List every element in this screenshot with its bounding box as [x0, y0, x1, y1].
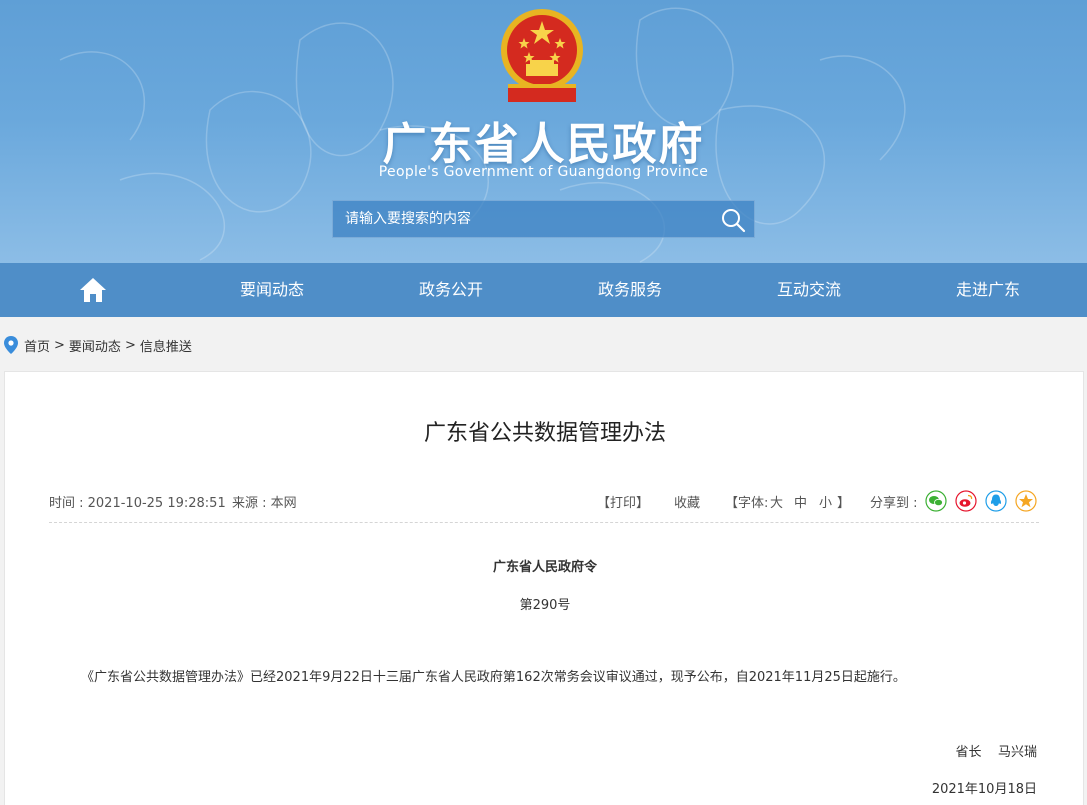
nav-item-interaction[interactable]: 互动交流 [739, 263, 879, 317]
main-nav: 要闻动态 政务公开 政务服务 互动交流 走进广东 [0, 263, 1087, 317]
search-input[interactable] [333, 201, 703, 237]
nav-item-government-affairs[interactable]: 政务公开 [381, 263, 521, 317]
weibo-share-icon[interactable] [955, 490, 977, 512]
qq-share-icon[interactable] [985, 490, 1007, 512]
home-icon[interactable] [79, 277, 107, 303]
meta-divider [49, 522, 1039, 523]
breadcrumb-separator: > [54, 337, 65, 353]
location-pin-icon [4, 336, 18, 354]
signer: 省长 马兴瑞 [955, 745, 1037, 760]
breadcrumb-home[interactable]: 首页 [24, 336, 50, 355]
article-body: 《广东省公共数据管理办法》已经2021年9月22日十三届广东省人民政府第162次… [81, 670, 906, 685]
publish-time: 时间 : 2021-10-25 19:28:51 [49, 496, 226, 511]
national-emblem-icon [501, 9, 583, 102]
breadcrumb-current[interactable]: 信息推送 [140, 336, 192, 355]
breadcrumb-separator: > [124, 337, 136, 353]
search-box [332, 200, 755, 238]
order-title: 广东省人民政府令 [492, 560, 597, 575]
order-number: 第290号 [519, 598, 571, 613]
qzone-share-icon[interactable] [1015, 490, 1037, 512]
font-small-button[interactable]: 小 [819, 492, 832, 511]
share-label: 分享到 : [870, 496, 918, 511]
font-size-suffix: 】 [837, 496, 851, 511]
article-container: 广东省公共数据管理办法 时间 : 2021-10-25 19:28:51 来源 … [4, 371, 1084, 805]
article-source: 来源 : 本网 [232, 496, 297, 511]
font-large-button[interactable]: 大 [770, 492, 783, 511]
nav-item-news[interactable]: 要闻动态 [202, 263, 342, 317]
favorite-button[interactable]: 收藏 [674, 492, 700, 511]
wechat-share-icon[interactable] [925, 490, 947, 512]
print-button[interactable]: 【打印】 [597, 492, 649, 511]
nav-item-services[interactable]: 政务服务 [560, 263, 700, 317]
font-medium-button[interactable]: 中 [794, 492, 807, 511]
font-size-label: 【字体: [725, 496, 769, 511]
article-title: 广东省公共数据管理办法 [423, 421, 666, 446]
header-banner: 广东省人民政府 People's Government of Guangdong… [0, 0, 1087, 263]
site-title: 广东省人民政府 [382, 119, 705, 170]
nav-item-about-guangdong[interactable]: 走进广东 [918, 263, 1058, 317]
breadcrumb-news[interactable]: 要闻动态 [69, 336, 121, 355]
sign-date: 2021年10月18日 [931, 782, 1037, 797]
site-subtitle: People's Government of Guangdong Provinc… [378, 164, 709, 180]
breadcrumb: 首页 > 要闻动态 > 信息推送 [4, 335, 192, 355]
search-icon[interactable] [720, 207, 746, 233]
article-meta: 时间 : 2021-10-25 19:28:51 来源 : 本网 【打印】 收藏… [49, 490, 1039, 512]
